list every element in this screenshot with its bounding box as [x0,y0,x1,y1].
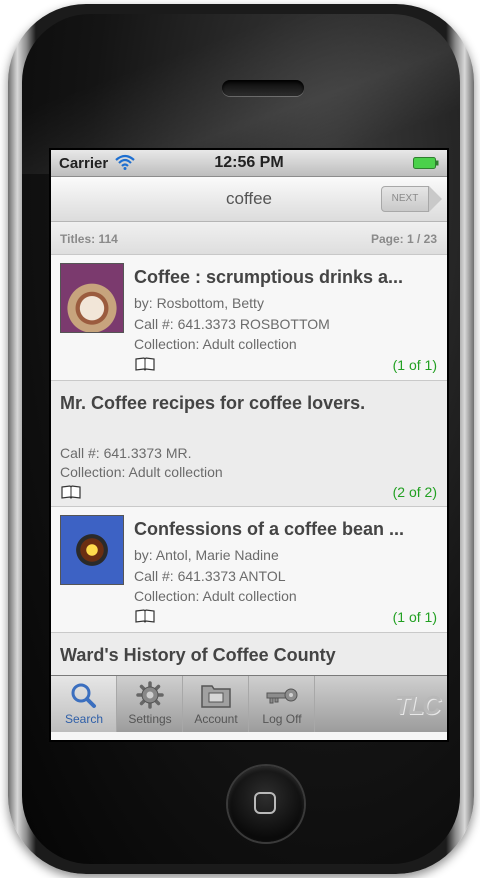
result-item[interactable]: Confessions of a coffee bean ... by: Ant… [51,507,447,633]
folder-icon [201,685,231,708]
tab-settings[interactable]: Settings [117,676,183,732]
status-bar: Carrier 12:56 PM [51,150,447,177]
home-button[interactable] [228,766,304,842]
result-title: Coffee : scrumptious drinks a... [134,267,404,287]
book-icon [135,609,155,623]
key-icon [266,688,298,704]
results-info-bar: Titles: 114 Page: 1 / 23 [51,222,447,255]
page-indicator: Page: 1 / 23 [370,232,437,246]
status-time: 12:56 PM [214,154,284,171]
tab-bar: Search Settings Account Log Off TLC [51,675,447,732]
book-icon [135,357,155,371]
tab-account[interactable]: Account [183,676,249,732]
home-button-icon [254,792,276,814]
result-collection: Collection: Adult collection [134,336,297,352]
tab-label: Account [194,712,238,726]
result-author: by: Rosbottom, Betty [134,295,264,311]
tlc-logo: TLC [394,690,441,720]
tab-label: Log Off [262,712,302,726]
book-cover-thumbnail [60,515,124,585]
result-holdings: (1 of 1) [392,357,437,373]
tab-log-off[interactable]: Log Off [249,676,315,732]
result-title: Mr. Coffee recipes for coffee lovers. [60,393,366,413]
result-holdings: (1 of 1) [392,609,437,625]
result-author: by: Antol, Marie Nadine [134,547,279,563]
book-icon [61,485,81,499]
result-collection: Collection: Adult collection [134,588,297,604]
earpiece-speaker [222,80,304,96]
book-cover-thumbnail [60,263,124,333]
result-item[interactable]: Coffee : scrumptious drinks a... by: Ros… [51,255,447,381]
result-call-number: Call #: 641.3373 ANTOL [134,568,286,584]
result-call-number: Call #: 641.3373 MR. [60,445,192,461]
result-item[interactable]: Ward's History of Coffee County [51,633,447,675]
magnifier-icon [71,683,96,708]
next-page-button[interactable]: NEXT [381,186,442,212]
navigation-bar: coffee NEXT [51,177,447,222]
tab-search[interactable]: Search [51,676,117,732]
gear-icon [136,681,164,709]
result-call-number: Call #: 641.3373 ROSBOTTOM [134,316,330,332]
results-list[interactable]: Coffee : scrumptious drinks a... by: Ros… [51,255,447,675]
result-holdings: (2 of 2) [392,484,437,500]
battery-icon [413,157,439,169]
result-item[interactable]: Mr. Coffee recipes for coffee lovers. Ca… [51,381,447,507]
tab-label: Search [64,712,104,726]
result-title: Ward's History of Coffee County [60,645,336,665]
result-title: Confessions of a coffee bean ... [134,519,405,539]
titles-count: Titles: 114 [60,232,118,246]
tab-label: Settings [128,712,172,726]
app-screen: Carrier 12:56 PM coffee NEXT Titles: 114… [51,150,447,740]
result-collection: Collection: Adult collection [60,464,223,480]
